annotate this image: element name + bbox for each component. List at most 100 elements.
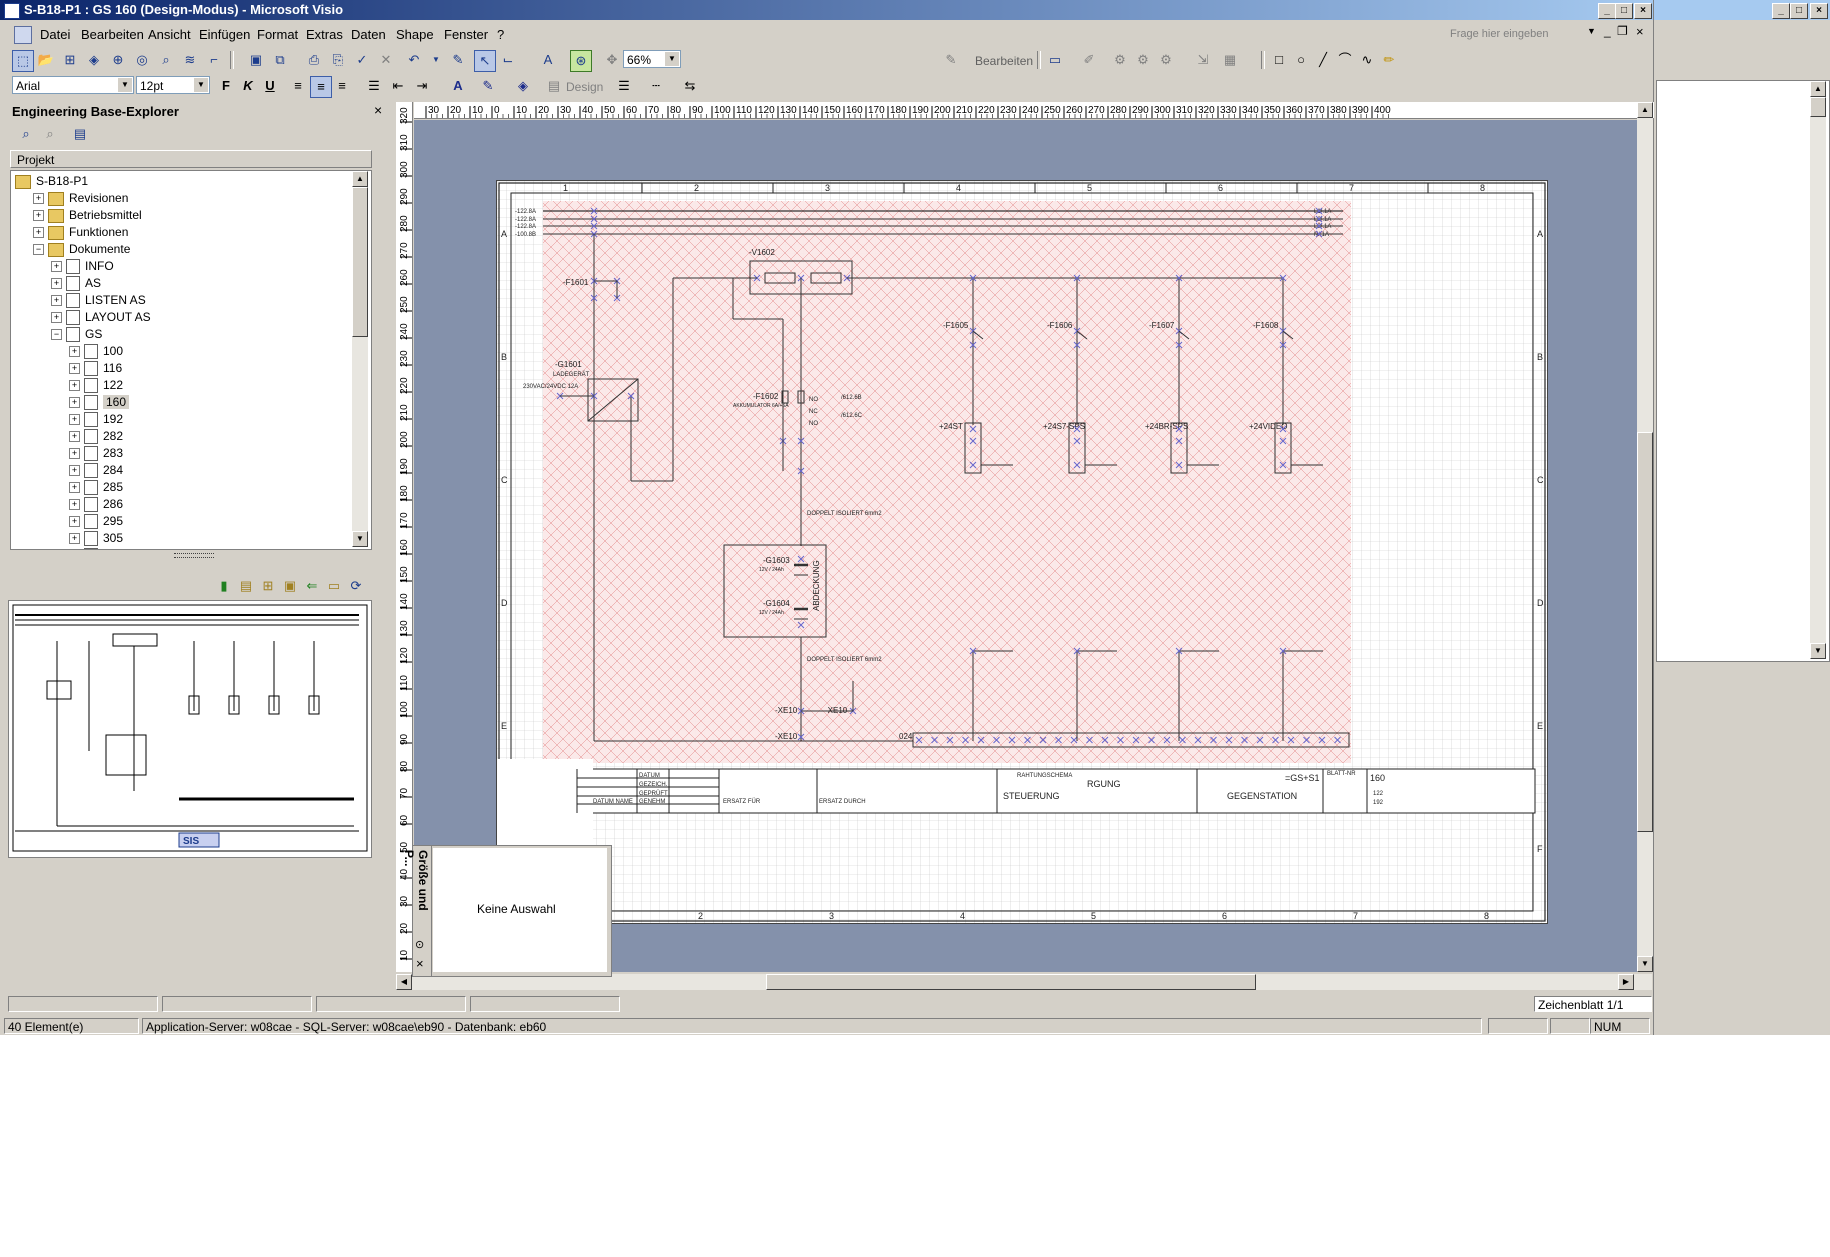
tree-node[interactable]: +100 — [69, 343, 123, 360]
zoom-dropdown-icon[interactable]: ▼ — [665, 52, 679, 66]
doc-tree-icon[interactable]: ⊞ — [258, 576, 278, 596]
tree-scrollbar[interactable]: ▲ ▼ — [352, 171, 368, 547]
tree-node[interactable]: +295 — [69, 513, 123, 530]
folder-icon[interactable]: ▭ — [1045, 50, 1065, 70]
text-tool-icon[interactable]: A — [538, 50, 558, 70]
print-preview-icon[interactable]: ⎘ — [328, 50, 348, 70]
refresh-icon[interactable]: ⟳ — [346, 576, 366, 596]
align-left-icon[interactable]: ≡ — [288, 76, 308, 96]
expand-icon[interactable]: + — [51, 312, 62, 324]
ellipse-tool-icon[interactable]: ○ — [1291, 50, 1311, 70]
bold-button[interactable]: F — [216, 76, 236, 96]
line-ends-icon[interactable]: ⇆ — [680, 76, 700, 96]
canvas-scroll-right-icon[interactable]: ▶ — [1618, 974, 1634, 990]
bg-scroll-up-icon[interactable]: ▲ — [1810, 81, 1826, 97]
globe-icon[interactable]: ◎ — [132, 50, 152, 70]
font-size-dropdown-icon[interactable]: ▼ — [194, 78, 208, 92]
title-bar[interactable]: S-B18-P1 : GS 160 (Design-Modus) - Micro… — [0, 0, 1653, 20]
format-painter-icon[interactable]: ✎ — [448, 50, 468, 70]
size-panel-titlebar[interactable]: Größe und P... ⊙ × — [402, 846, 432, 976]
document-icon[interactable] — [14, 26, 32, 44]
explorer-search-icon[interactable]: ⌕ — [16, 124, 36, 144]
projekt-header[interactable]: Projekt — [10, 150, 372, 168]
size-panel-pin-icon[interactable]: ⊙ — [415, 938, 424, 951]
fill-color-icon[interactable]: ◈ — [513, 76, 533, 96]
splitter-grip[interactable] — [174, 553, 214, 558]
tree-node[interactable]: +282 — [69, 428, 123, 445]
canvas-hscroll-thumb[interactable] — [766, 974, 1256, 990]
expand-icon[interactable]: + — [69, 448, 80, 460]
delete-icon[interactable]: ✕ — [376, 50, 396, 70]
expand-icon[interactable]: + — [69, 533, 80, 545]
align-right-icon[interactable]: ≡ — [332, 76, 352, 96]
font-color-icon[interactable]: A — [448, 76, 468, 96]
canvas-scroll-down-icon[interactable]: ▼ — [1637, 956, 1653, 972]
rectangle-tool-icon[interactable]: □ — [1269, 50, 1289, 70]
explorer-search-2-icon[interactable]: ⌕ — [40, 124, 60, 144]
tree-node[interactable]: +160 — [69, 394, 130, 411]
expand-icon[interactable]: + — [69, 380, 80, 392]
font-dropdown-icon[interactable]: ▼ — [118, 78, 132, 92]
expand-icon[interactable]: + — [69, 397, 80, 409]
help-search-input[interactable]: Frage hier eingeben — [1450, 25, 1600, 43]
help-dropdown-icon[interactable]: ▼ — [1587, 26, 1596, 36]
brush-icon[interactable]: ✐ — [1079, 50, 1099, 70]
tree-node[interactable]: + Betriebsmittel — [33, 207, 142, 223]
snap-icon[interactable]: ⊛ — [570, 50, 592, 72]
menu-datei[interactable]: Datei — [40, 27, 70, 42]
tree-node[interactable]: + Funktionen — [33, 224, 128, 240]
canvas-vscrollbar[interactable]: ▲ ▼ — [1637, 102, 1653, 972]
explorer-list-icon[interactable]: ▤ — [70, 124, 90, 144]
font-size-combo[interactable]: 12pt ▼ — [136, 76, 210, 94]
doc-close-icon[interactable]: × — [1636, 24, 1644, 39]
arc-tool-icon[interactable]: ⌒ — [1335, 50, 1355, 70]
tree-node[interactable]: +122 — [69, 377, 123, 394]
expand-icon[interactable]: + — [51, 295, 62, 307]
expand-icon[interactable]: + — [69, 346, 80, 358]
expand-icon[interactable]: + — [69, 499, 80, 511]
pencil-tool-icon[interactable]: ✏ — [1379, 50, 1399, 70]
bg-scroll-down-icon[interactable]: ▼ — [1810, 643, 1826, 659]
horizontal-ruler[interactable]: 30 20 10 0 10 20 30 40 50 60 70 80 90 100 110 120 130 140… — [414, 102, 1654, 119]
bg-close-button[interactable]: × — [1810, 3, 1828, 19]
line-pattern-icon[interactable]: ┄ — [646, 76, 666, 96]
expand-icon[interactable]: + — [33, 193, 44, 205]
pan-zoom-preview[interactable]: SIS — [8, 600, 372, 858]
edit-shape-icon[interactable]: ✎ — [941, 50, 961, 70]
doc-props-icon[interactable]: ▤ — [236, 576, 256, 596]
drawing-sheet[interactable]: 1122334455667788AABBCCDDEEFF-122.8AL1/.1… — [496, 180, 1548, 924]
explorer-close-icon[interactable]: × — [374, 102, 382, 118]
folder-open-icon[interactable]: ▭ — [324, 576, 344, 596]
bg-scroll-thumb[interactable] — [1810, 97, 1826, 117]
layers-icon[interactable]: ≋ — [180, 50, 200, 70]
explorer-icon[interactable]: ⊞ — [60, 50, 80, 70]
undo-icon[interactable]: ↶ — [404, 50, 424, 70]
tree-node[interactable]: + LAYOUT AS — [51, 309, 151, 326]
expand-icon[interactable]: + — [69, 516, 80, 528]
tree-node[interactable]: + LISTEN AS — [51, 292, 146, 309]
copy-doc-icon[interactable]: ⧉ — [270, 50, 290, 70]
pointer-tool-icon[interactable]: ⬚ — [12, 50, 34, 72]
tree-scroll-thumb[interactable] — [352, 187, 368, 337]
collapse-icon[interactable]: − — [33, 244, 44, 256]
line-draw-icon[interactable]: ╱ — [1313, 50, 1333, 70]
tree-scroll-down-icon[interactable]: ▼ — [352, 531, 368, 547]
print-icon[interactable]: ⎙ — [304, 50, 324, 70]
canvas-vscroll-thumb[interactable] — [1637, 432, 1653, 832]
table-icon[interactable]: ▦ — [1220, 50, 1240, 70]
menu-extras[interactable]: Extras — [306, 27, 343, 42]
project-tree[interactable]: S-B18-P1 + Revisionen + Betriebsmittel + Funkt… — [10, 170, 372, 550]
bg-scrollbar[interactable]: ▲ ▼ — [1810, 81, 1826, 659]
tree-node[interactable]: +283 — [69, 445, 123, 462]
underline-button[interactable]: U — [260, 76, 280, 96]
canvas-scroll-left-icon[interactable]: ◀ — [396, 974, 412, 990]
italic-button[interactable]: K — [238, 76, 258, 96]
spell-icon[interactable]: ✓ — [352, 50, 372, 70]
pan-icon[interactable]: ✥ — [602, 50, 622, 70]
menu-daten[interactable]: Daten — [351, 27, 386, 42]
gear-icon[interactable]: ⚙ — [1110, 50, 1130, 70]
bg-maximize-button[interactable]: □ — [1790, 3, 1808, 19]
menu-fenster[interactable]: Fenster — [444, 27, 488, 42]
line-tool-icon[interactable]: ⌐ — [204, 50, 224, 70]
expand-icon[interactable]: + — [69, 363, 80, 375]
